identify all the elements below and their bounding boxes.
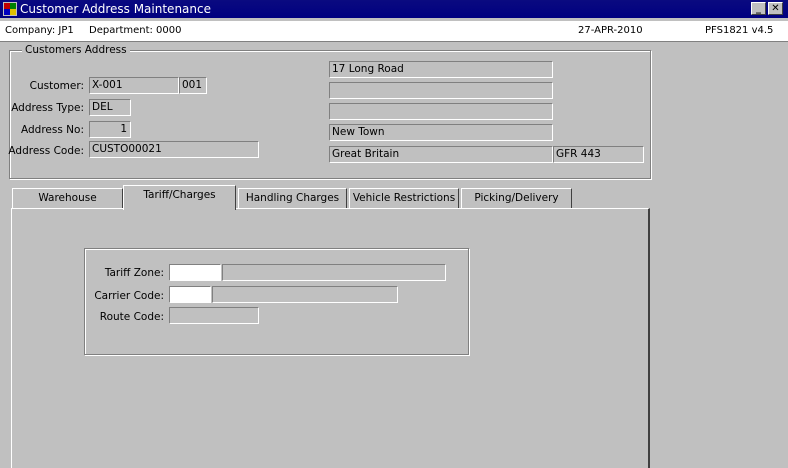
program-id-text: PFS1821 v4.5 (705, 25, 774, 36)
carrier-description-field (212, 286, 398, 303)
address-line-2-field[interactable] (329, 82, 553, 99)
minimize-button[interactable]: _ (751, 2, 766, 15)
window-title: Customer Address Maintenance (20, 2, 211, 16)
address-type-field[interactable]: DEL (89, 99, 131, 116)
company-text: Company: JP1 (5, 25, 74, 36)
address-line-4-field[interactable]: New Town (329, 124, 553, 141)
tab-handling-charges[interactable]: Handling Charges (238, 188, 347, 209)
carrier-code-input[interactable] (169, 286, 211, 303)
tariff-zone-description-field (222, 264, 446, 281)
app-icon (3, 2, 17, 16)
address-line-3-field[interactable] (329, 103, 553, 120)
postcode-field[interactable]: GFR 443 (553, 146, 644, 163)
tab-picking-delivery[interactable]: Picking/Delivery (461, 188, 572, 209)
close-button[interactable]: ✕ (768, 2, 783, 15)
address-line-1-field[interactable]: 17 Long Road (329, 61, 553, 78)
carrier-code-label: Carrier Code: (94, 290, 164, 302)
address-no-field[interactable]: 1 (89, 121, 131, 138)
info-bar: Company: JP1 Department: 0000 27-APR-201… (0, 21, 788, 42)
customer-label: Customer: (29, 80, 84, 92)
tab-vehicle-restrictions[interactable]: Vehicle Restrictions (349, 188, 459, 209)
address-no-label: Address No: (21, 124, 84, 136)
date-text: 27-APR-2010 (578, 25, 643, 36)
route-code-field[interactable] (169, 307, 259, 324)
address-code-field[interactable]: CUSTO00021 (89, 141, 259, 158)
department-text: Department: 0000 (89, 25, 182, 36)
customer-branch-field[interactable]: 001 (179, 77, 207, 94)
tab-warehouse[interactable]: Warehouse (12, 188, 123, 209)
country-field[interactable]: Great Britain (329, 146, 553, 163)
address-code-label: Address Code: (8, 145, 84, 157)
tab-tariff-charges[interactable]: Tariff/Charges (123, 185, 236, 210)
title-bar: Customer Address Maintenance _ ✕ (0, 0, 788, 18)
address-type-label: Address Type: (11, 102, 84, 114)
route-code-label: Route Code: (99, 311, 164, 323)
customer-code-field[interactable]: X-001 (89, 77, 179, 94)
tariff-zone-code-input[interactable] (169, 264, 221, 281)
customers-address-title: Customers Address (22, 44, 130, 56)
tariff-zone-label: Tariff Zone: (104, 267, 164, 279)
